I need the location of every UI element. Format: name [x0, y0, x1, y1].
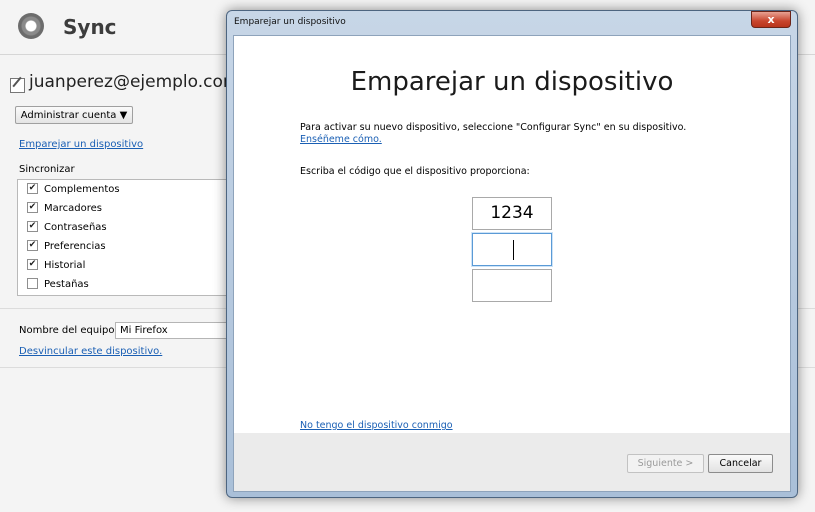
checkbox[interactable]: ✔	[27, 258, 38, 270]
text-caret	[513, 240, 514, 260]
checkbox[interactable]: ✔	[27, 201, 38, 213]
checkbox[interactable]: ✔	[27, 220, 38, 232]
pair-device-dialog: Emparejar un dispositivo x Emparejar un …	[226, 10, 798, 498]
cancel-button[interactable]: Cancelar	[708, 454, 773, 473]
manage-account-button[interactable]: Administrar cuenta ▼	[15, 106, 133, 124]
sync-logo-icon	[18, 13, 44, 39]
account-email: juanperez@ejemplo.com	[29, 72, 240, 92]
checkbox[interactable]: ✔	[27, 239, 38, 251]
sync-item-tabs[interactable]: Pestañas	[27, 277, 89, 293]
edit-account-icon[interactable]	[10, 78, 25, 93]
sync-item-preferences[interactable]: ✔ Preferencias	[27, 239, 106, 255]
pair-device-link[interactable]: Emparejar un dispositivo	[19, 139, 143, 150]
code-field-2[interactable]	[472, 233, 552, 266]
sync-item-history[interactable]: ✔ Historial	[27, 258, 85, 274]
checkbox[interactable]	[27, 277, 38, 289]
device-name-label: Nombre del equipo:	[19, 325, 118, 336]
unlink-device-link[interactable]: Desvincular este dispositivo.	[19, 346, 162, 357]
code-field-1[interactable]: 1234	[472, 197, 552, 230]
dialog-footer: Siguiente > Cancelar	[234, 433, 790, 491]
device-name-input[interactable]: Mi Firefox	[115, 322, 235, 339]
sync-item-passwords[interactable]: ✔ Contraseñas	[27, 220, 107, 236]
sync-section-label: Sincronizar	[19, 164, 75, 175]
checkbox[interactable]: ✔	[27, 182, 38, 194]
sync-item-addons[interactable]: ✔ Complementos	[27, 182, 120, 198]
dialog-window-title: Emparejar un dispositivo	[234, 17, 346, 27]
code-field-3[interactable]	[472, 269, 552, 302]
show-me-link[interactable]: Enséñeme cómo.	[300, 134, 382, 145]
sync-engines-list: ✔ Complementos ✔ Marcadores ✔ Contraseñas ✔…	[17, 179, 257, 296]
next-button[interactable]: Siguiente >	[627, 454, 704, 473]
sync-item-bookmarks[interactable]: ✔ Marcadores	[27, 201, 102, 217]
code-prompt: Escriba el código que el dispositivo pro…	[300, 166, 530, 177]
no-device-link[interactable]: No tengo el dispositivo conmigo	[300, 420, 453, 431]
close-button[interactable]: x	[751, 11, 791, 28]
page-title: Sync	[63, 15, 117, 39]
instruction-text: Para activar su nuevo dispositivo, selec…	[300, 122, 687, 133]
dialog-heading: Emparejar un dispositivo	[350, 67, 674, 97]
dialog-content: Emparejar un dispositivo Para activar su…	[233, 35, 791, 492]
